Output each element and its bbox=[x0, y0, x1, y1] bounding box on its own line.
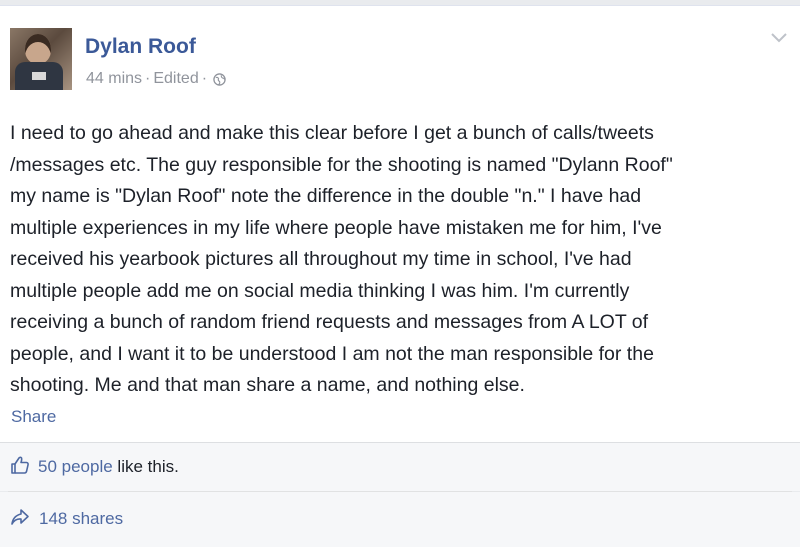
facebook-post: Dylan Roof 44 mins · Edited · I need to … bbox=[0, 5, 800, 443]
post-body-line: received his yearbook pictures all throu… bbox=[10, 248, 632, 270]
chevron-down-icon[interactable] bbox=[770, 32, 788, 44]
likes-row: 50 people like this. bbox=[0, 443, 800, 491]
author-name[interactable]: Dylan Roof bbox=[85, 35, 196, 59]
post-body-line: multiple experiences in my life where pe… bbox=[10, 216, 662, 239]
edited-label[interactable]: Edited bbox=[153, 70, 198, 88]
post-body-line: my name is "Dylan Roof" note the differe… bbox=[10, 185, 642, 207]
meta-separator: · bbox=[145, 70, 151, 87]
share-button[interactable]: Share bbox=[11, 407, 56, 427]
post-timestamp[interactable]: 44 mins bbox=[86, 70, 142, 88]
post-body-line: /messages etc. The guy responsible for t… bbox=[10, 153, 673, 176]
avatar-shirt-graphic bbox=[32, 72, 46, 80]
shares-row: 148 shares bbox=[0, 492, 800, 547]
avatar[interactable] bbox=[10, 28, 72, 90]
thumbs-up-icon[interactable] bbox=[10, 455, 30, 475]
likes-count-link[interactable]: 50 people bbox=[38, 457, 113, 476]
post-body-line: I need to go ahead and make this clear b… bbox=[10, 122, 654, 144]
post-body-line: shooting. Me and that man share a name, … bbox=[10, 374, 525, 396]
meta-separator: · bbox=[201, 70, 208, 87]
likes-suffix: like this. bbox=[112, 457, 179, 476]
share-arrow-icon[interactable] bbox=[10, 508, 30, 526]
post-body-line: receiving a bunch of random friend reque… bbox=[10, 311, 649, 333]
shares-count-link[interactable]: 148 shares bbox=[39, 509, 123, 529]
post-body-line: multiple people add me on social media t… bbox=[10, 279, 630, 302]
avatar-head bbox=[25, 34, 51, 64]
post-body: I need to go ahead and make this clear b… bbox=[10, 118, 790, 402]
globe-icon[interactable] bbox=[213, 72, 226, 86]
likes-summary: 50 people like this. bbox=[38, 457, 179, 477]
post-meta: 44 mins · Edited · bbox=[86, 70, 226, 88]
post-body-line: people, and I want it to be understood I… bbox=[10, 342, 654, 365]
